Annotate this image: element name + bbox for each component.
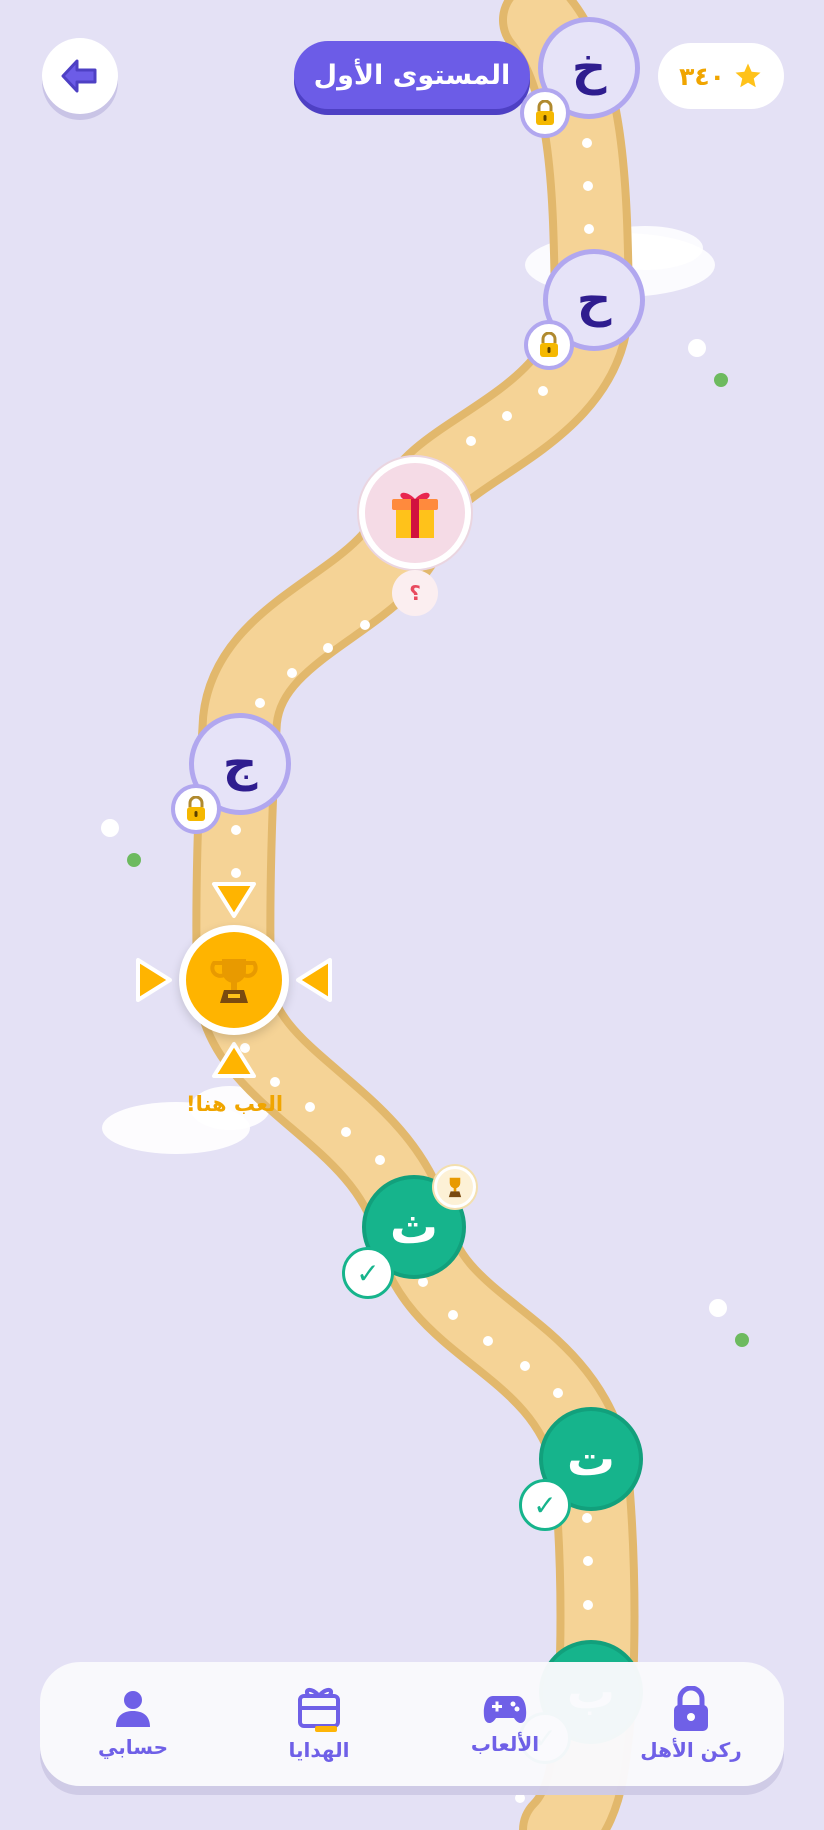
- arrow-down-icon: [212, 882, 256, 918]
- gift-icon: [392, 492, 438, 538]
- score-badge: ٣٤٠: [658, 43, 784, 109]
- mystery-badge: ؟: [392, 570, 438, 616]
- node-letter: ت: [566, 1431, 616, 1487]
- current-level-node[interactable]: [179, 925, 289, 1035]
- level-title: المستوى الأول: [294, 41, 530, 109]
- checkmark-icon: ✓: [356, 1256, 380, 1290]
- nav-label: حسابي: [97, 1735, 169, 1759]
- gamepad-icon: [483, 1696, 527, 1724]
- level-title-text: المستوى الأول: [313, 59, 511, 91]
- gift-icon: [298, 1688, 340, 1732]
- lock-badge: [524, 320, 574, 370]
- nav-label: الألعاب: [470, 1732, 540, 1756]
- lock-icon: [187, 796, 205, 821]
- completed-badge: ✓: [342, 1247, 394, 1299]
- node-letter: ح: [576, 272, 612, 328]
- person-icon: [116, 1691, 150, 1727]
- mystery-badge-text: ؟: [409, 581, 421, 605]
- nav-label: الهدايا: [288, 1738, 350, 1762]
- completed-badge: ✓: [519, 1479, 571, 1531]
- trophy-icon: [448, 1177, 462, 1198]
- nav-games[interactable]: الألعاب: [425, 1692, 585, 1756]
- trophy-icon: [210, 959, 258, 1003]
- trophy-badge: [434, 1166, 476, 1208]
- score-value: ٣٤٠: [679, 61, 725, 91]
- lock-icon: [536, 100, 554, 125]
- lock-icon: [674, 1686, 708, 1731]
- star-icon: [735, 63, 761, 88]
- lock-icon: [540, 332, 558, 357]
- node-letter: ث: [389, 1199, 439, 1255]
- bottom-nav: ركن الأهل الألعاب الهدايا حسابي: [40, 1662, 784, 1786]
- node-letter: خ: [571, 40, 607, 96]
- lock-badge: [171, 784, 221, 834]
- nav-gifts[interactable]: الهدايا: [239, 1686, 399, 1762]
- back-button[interactable]: [42, 38, 118, 114]
- node-letter: ج: [222, 736, 258, 792]
- nav-label: ركن الأهل: [640, 1738, 742, 1762]
- lock-badge: [520, 88, 570, 138]
- arrow-right-icon: [136, 958, 172, 1002]
- nav-parents-corner[interactable]: ركن الأهل: [611, 1686, 771, 1762]
- checkmark-icon: ✓: [533, 1488, 557, 1522]
- gift-node[interactable]: [359, 457, 471, 569]
- level-map: [101, 0, 749, 1830]
- arrow-up-icon: [212, 1042, 256, 1078]
- play-here-label: العب هنا!: [186, 1092, 284, 1116]
- nav-my-account[interactable]: حسابي: [53, 1689, 213, 1759]
- arrow-left-icon: [296, 958, 332, 1002]
- arrow-left-icon: [61, 59, 97, 93]
